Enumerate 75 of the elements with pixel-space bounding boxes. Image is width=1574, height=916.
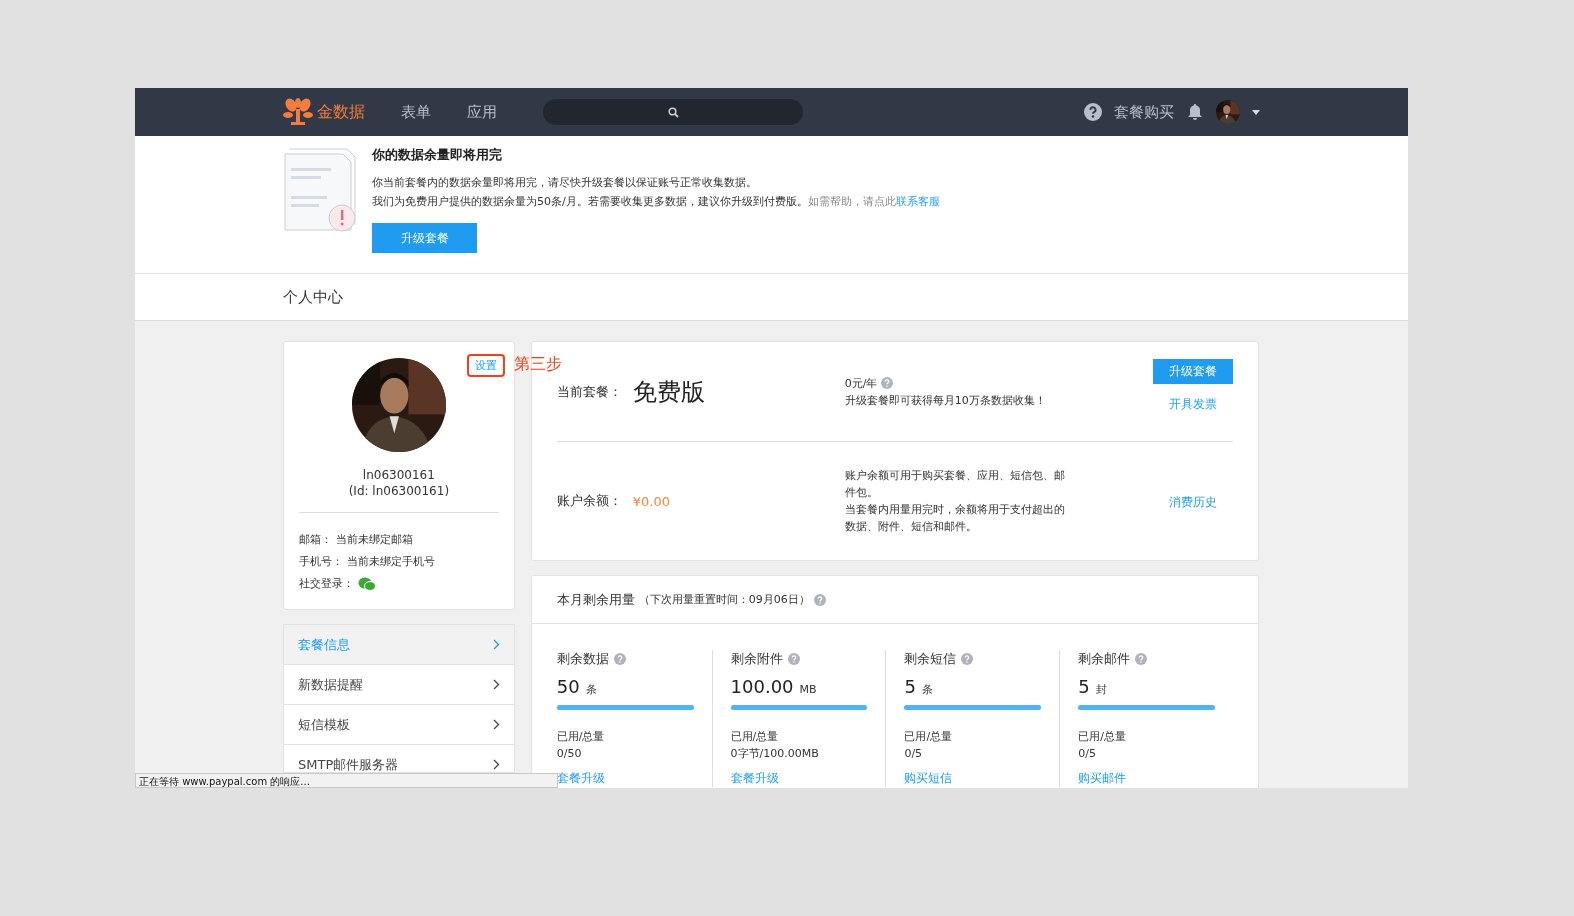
used-label: 已用/总量 <box>1078 729 1127 745</box>
help-icon <box>787 653 800 665</box>
banner-text: 你当前套餐内的数据余量即将用完，请尽快升级套餐以保证账号正常收集数据。 <box>372 175 758 191</box>
help-icon <box>961 653 974 665</box>
chevron-right-icon <box>492 639 500 650</box>
stat-unit: 条 <box>585 682 597 697</box>
stat-unit: 封 <box>1095 682 1107 697</box>
buy-plan-link[interactable]: 套餐购买 <box>1114 102 1174 122</box>
stat-link[interactable]: 套餐升级 <box>556 771 605 785</box>
stat-unit: MB <box>799 683 817 696</box>
stat-value: 100.00 <box>730 676 794 697</box>
plan-name: 免费版 <box>632 376 706 408</box>
used-label: 已用/总量 <box>904 729 954 745</box>
help-icon <box>613 653 626 665</box>
nav-link[interactable]: 应用 <box>467 102 497 122</box>
used-value: 0/5 <box>904 746 924 762</box>
balance-label: 账户余额： <box>556 492 623 510</box>
info-value: 当前未绑定邮箱 <box>336 532 413 548</box>
banner-title: 你的数据余量即将用完 <box>372 146 503 164</box>
help-icon <box>1135 653 1148 665</box>
used-label: 已用/总量 <box>730 729 780 745</box>
info-value: 当前未绑定手机号 <box>347 554 435 570</box>
info-label: 邮箱： <box>299 532 332 548</box>
balance-amount: ¥0.00 <box>632 493 671 509</box>
info-label: 手机号： <box>299 554 343 570</box>
annotation-text: 第三步 <box>514 354 562 375</box>
help-icon <box>881 377 894 389</box>
usage-title: 本月剩余用量 <box>556 590 635 609</box>
stat-value: 5 <box>904 676 916 697</box>
help-icon[interactable] <box>1084 103 1102 121</box>
history-link[interactable]: 消费历史 <box>1169 495 1217 509</box>
stat-unit: 条 <box>921 682 933 697</box>
stat-link[interactable]: 套餐升级 <box>730 771 779 785</box>
chevron-right-icon <box>492 679 500 690</box>
stat-value: 5 <box>1078 676 1090 697</box>
stat-title: 剩余数据 <box>556 650 609 668</box>
plan-description: 升级套餐即可获得每月10万条数据收集！ <box>844 392 1047 409</box>
stat-title: 剩余附件 <box>730 650 783 668</box>
help-icon <box>813 593 826 606</box>
used-label: 已用/总量 <box>556 729 606 745</box>
search-field[interactable] <box>543 99 803 125</box>
tree-logo-icon <box>283 97 313 127</box>
stat-link[interactable]: 购买短信 <box>904 771 953 785</box>
username: ln06300161 <box>362 468 435 482</box>
stat-title: 剩余邮件 <box>1078 650 1131 668</box>
used-value: 0/50 <box>556 746 583 762</box>
bell-icon[interactable] <box>1186 103 1204 121</box>
search-icon <box>667 106 679 118</box>
plan-price: 0元/年 <box>844 375 878 392</box>
settings-link[interactable]: 设置 <box>467 354 505 377</box>
used-value: 0字节/100.00MB <box>730 746 820 762</box>
user-id: (Id: ln06300161) <box>348 484 450 498</box>
brand-name[interactable]: 金数据 <box>317 101 365 123</box>
status-bar: 正在等待 www.paypal.com 的响应... <box>135 773 558 788</box>
used-value: 0/5 <box>1078 746 1097 762</box>
reset-time: （下次用量重置时间：09月06日） <box>638 592 810 607</box>
contact-support-link[interactable]: 联系客服 <box>895 195 940 208</box>
wechat-icon[interactable] <box>358 577 376 591</box>
chevron-right-icon <box>492 759 500 770</box>
balance-description: 账户余额可用于购买套餐、应用、短信包、邮件包。 当套餐内用量用完时，余额将用于支付超出的数据、附件、短信和邮件。 <box>844 468 1066 535</box>
page-title: 个人中心 <box>283 288 343 306</box>
banner-text: 我们为免费用户提供的数据余量为50条/月。若需要收集更多数据，建议你升级到付费版。如需帮助，请点此联系客服 <box>372 194 940 210</box>
stat-title: 剩余短信 <box>904 650 957 668</box>
upgrade-button[interactable]: 升级套餐 <box>372 223 477 253</box>
stat-link[interactable]: 购买邮件 <box>1078 771 1127 785</box>
sidebar-item[interactable]: 套餐信息 <box>284 625 514 665</box>
chevron-right-icon <box>492 719 500 730</box>
invoice-link[interactable]: 开具发票 <box>1169 395 1217 413</box>
upgrade-button[interactable]: 升级套餐 <box>1153 358 1233 384</box>
nav-link[interactable]: 表单 <box>401 102 431 122</box>
plan-label: 当前套餐： <box>556 382 623 401</box>
document-warning-icon <box>283 146 358 234</box>
caret-down-icon[interactable] <box>1252 109 1260 115</box>
stat-value: 50 <box>556 676 580 697</box>
info-label: 社交登录： <box>299 576 354 592</box>
